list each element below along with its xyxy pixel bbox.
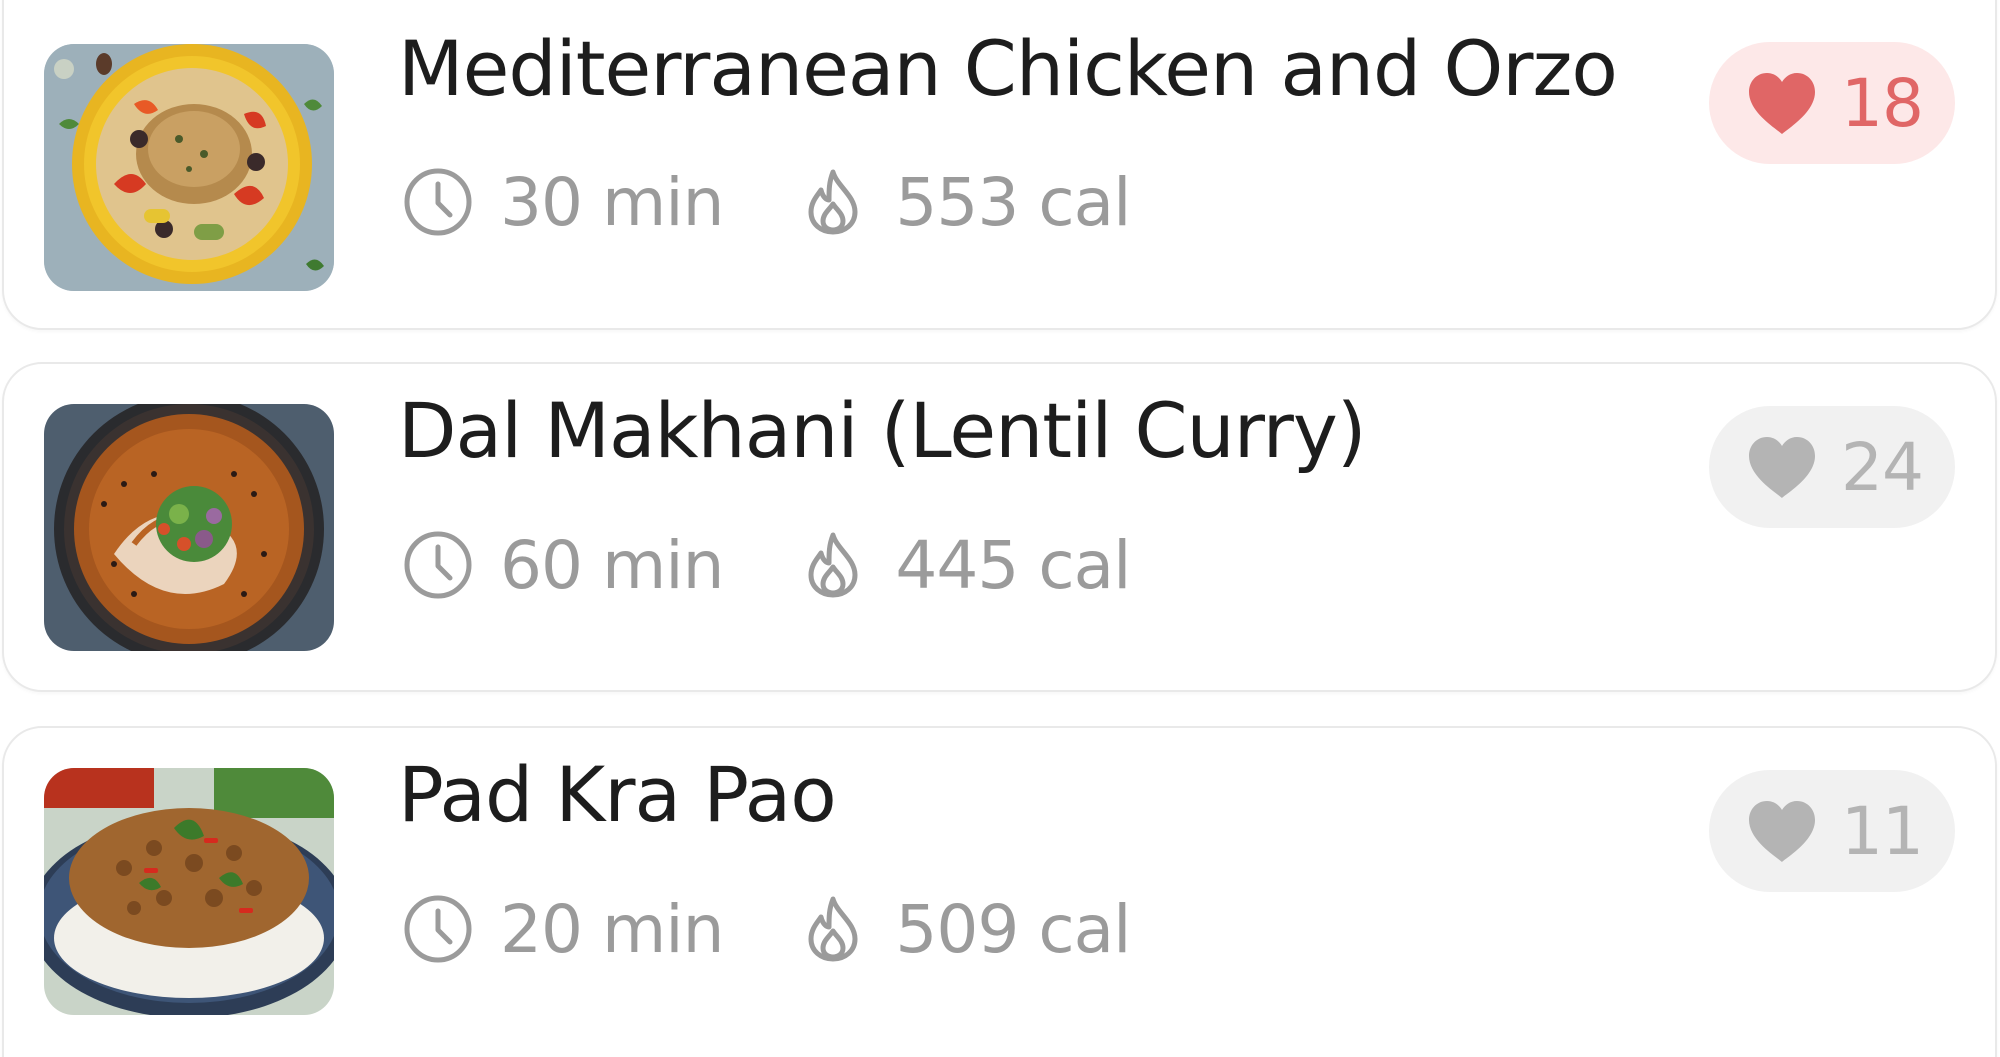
- recipe-card[interactable]: Pad Kra Pao 20 min 509 cal 11: [2, 726, 1997, 1057]
- heart-icon: [1749, 437, 1816, 498]
- recipe-calories: 553 cal: [895, 163, 1131, 241]
- recipe-time: 20 min: [500, 890, 724, 968]
- recipe-card[interactable]: Mediterranean Chicken and Orzo 30 min 55…: [2, 0, 1997, 330]
- recipe-image: [44, 768, 334, 1015]
- heart-icon: [1749, 801, 1816, 862]
- flame-icon: [808, 169, 858, 235]
- recipe-title: Dal Makhani (Lentil Curry): [398, 386, 1366, 475]
- recipe-time: 60 min: [500, 526, 724, 604]
- recipe-meta: 30 min 553 cal: [402, 162, 1131, 242]
- clock-icon: [404, 531, 472, 599]
- recipe-title: Pad Kra Pao: [398, 750, 837, 839]
- recipe-meta: 60 min 445 cal: [402, 525, 1131, 605]
- recipe-image: [44, 44, 334, 291]
- clock-icon: [404, 895, 472, 963]
- flame-icon: [808, 896, 858, 962]
- recipe-list: Mediterranean Chicken and Orzo 30 min 55…: [0, 0, 2000, 1057]
- like-count: 24: [1841, 428, 1924, 506]
- recipe-meta: 20 min 509 cal: [402, 889, 1131, 969]
- like-count: 11: [1841, 792, 1924, 870]
- recipe-time: 30 min: [500, 163, 724, 241]
- like-count: 18: [1841, 64, 1924, 142]
- like-button[interactable]: 11: [1709, 770, 1955, 892]
- flame-icon: [808, 532, 858, 598]
- recipe-calories: 509 cal: [895, 890, 1131, 968]
- like-button[interactable]: 24: [1709, 406, 1955, 528]
- recipe-image: [44, 404, 334, 651]
- like-button[interactable]: 18: [1709, 42, 1955, 164]
- clock-icon: [404, 168, 472, 236]
- recipe-card[interactable]: Dal Makhani (Lentil Curry) 60 min 445 ca…: [2, 362, 1997, 692]
- recipe-title: Mediterranean Chicken and Orzo: [398, 24, 1618, 113]
- recipe-calories: 445 cal: [895, 526, 1131, 604]
- heart-icon: [1749, 73, 1816, 134]
